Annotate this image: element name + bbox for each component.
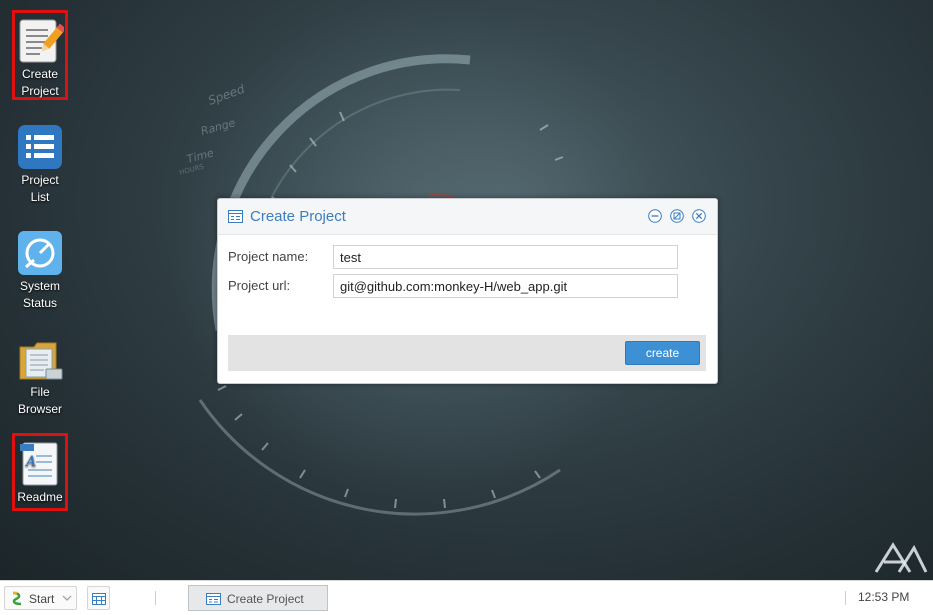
- create-button[interactable]: create: [625, 341, 700, 365]
- show-desktop-button[interactable]: [87, 586, 110, 610]
- project-url-input[interactable]: [333, 274, 678, 298]
- window-form-icon: [206, 593, 221, 608]
- desktop-icon-file-browser[interactable]: File Browser: [12, 331, 68, 418]
- project-name-input[interactable]: [333, 245, 678, 269]
- desktop-icon-label-line2: List: [30, 190, 50, 204]
- desktop-icon-label-line2: Status: [22, 296, 58, 310]
- desktop-icon-label-line1: System: [19, 279, 60, 293]
- taskbar-item-create-project[interactable]: Create Project: [188, 585, 328, 611]
- system-status-icon: [16, 229, 64, 277]
- project-name-label: Project name:: [228, 249, 309, 264]
- desktop-icon-label-line1: File: [30, 385, 50, 399]
- window-form-icon: [228, 210, 243, 228]
- desktop-grid-icon: [92, 592, 106, 610]
- project-list-icon: [16, 123, 64, 171]
- dialog-titlebar[interactable]: Create Project: [218, 199, 717, 235]
- start-button[interactable]: Start: [4, 586, 77, 610]
- file-browser-icon: [16, 335, 64, 383]
- desktop-icon-create-project[interactable]: Create Project: [12, 10, 68, 100]
- desktop: Speed Range Time HOURS Create Project Pr…: [0, 0, 933, 580]
- desktop-icon-label-line2: Project: [21, 84, 59, 98]
- maximize-icon[interactable]: [670, 209, 684, 223]
- desktop-icon-label-line1: Project: [21, 173, 59, 187]
- taskbar-divider: [155, 591, 156, 605]
- dialog-footer: create: [228, 335, 706, 371]
- close-icon[interactable]: [692, 209, 706, 223]
- project-url-label: Project url:: [228, 278, 291, 293]
- dialog-title: Create Project: [250, 208, 346, 225]
- desktop-icon-label-line2: Browser: [17, 402, 62, 416]
- start-logo-icon: [11, 591, 23, 609]
- readme-icon: A: [16, 440, 64, 488]
- brand-logo: [874, 542, 928, 573]
- create-project-dialog: Create Project Project name: Project url…: [217, 198, 718, 384]
- start-label: Start: [29, 592, 55, 606]
- taskbar-item-label: Create Project: [227, 592, 304, 606]
- minimize-icon[interactable]: [648, 209, 662, 223]
- desktop-icon-label: Readme: [17, 490, 63, 504]
- taskbar-clock: 12:53 PM: [858, 590, 910, 604]
- chevron-down-icon: [62, 591, 72, 608]
- taskbar: Start Create Project 12:53 PM: [0, 580, 933, 615]
- svg-text:A: A: [24, 454, 36, 470]
- desktop-icon-label-line1: Create: [21, 67, 59, 81]
- desktop-icon-system-status[interactable]: System Status: [12, 225, 68, 312]
- taskbar-divider: [845, 591, 846, 605]
- create-project-icon: [16, 17, 67, 65]
- desktop-icon-project-list[interactable]: Project List: [12, 119, 68, 206]
- desktop-icon-readme[interactable]: A Readme: [12, 433, 68, 511]
